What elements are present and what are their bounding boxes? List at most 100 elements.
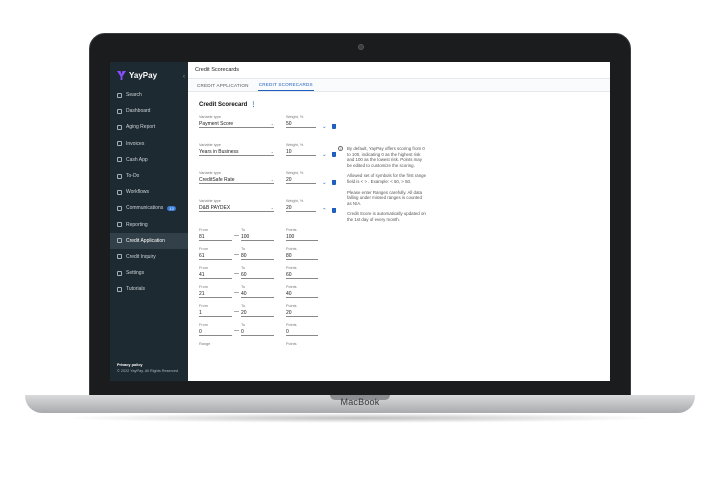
sidebar-item-cash-app[interactable]: Cash App bbox=[110, 152, 188, 168]
sidebar-item-credit-application[interactable]: Credit Application bbox=[110, 232, 188, 249]
points-input[interactable]: 20 bbox=[286, 309, 318, 317]
from-input[interactable]: 61 bbox=[199, 252, 232, 260]
search-icon bbox=[117, 92, 122, 98]
sidebar-item-invoices[interactable]: Invoices bbox=[110, 136, 188, 152]
sidebar-item-label: Credit Inquiry bbox=[126, 253, 156, 260]
to-input[interactable]: 40 bbox=[241, 290, 274, 298]
range-label: Range bbox=[199, 342, 211, 346]
variable-type-select[interactable]: D&B PAYDEX ⌄ bbox=[199, 204, 274, 212]
weight-label: Weight, % bbox=[286, 199, 304, 203]
sidebar-item-label: Reporting bbox=[126, 221, 148, 228]
variable-type-label: Variable type bbox=[199, 199, 221, 203]
to-label: To bbox=[241, 285, 246, 289]
delete-icon[interactable] bbox=[332, 208, 336, 213]
from-input[interactable]: 41 bbox=[199, 271, 232, 279]
points-label: Points bbox=[286, 266, 297, 270]
sidebar-item-label: Dashboard bbox=[126, 108, 151, 115]
points-label: Points bbox=[286, 228, 297, 232]
delete-icon[interactable] bbox=[332, 124, 336, 129]
expand-ranges-icon[interactable]: ⌄ bbox=[322, 124, 327, 130]
from-label: From bbox=[199, 228, 208, 232]
points-input[interactable]: 80 bbox=[286, 252, 318, 260]
sidebar-footer: Privacy policy © 2022 YayPay. All Rights… bbox=[117, 362, 178, 374]
scorecard-title-text: Credit Scorecard bbox=[199, 101, 248, 108]
workflow-icon bbox=[117, 189, 122, 195]
chevron-down-icon: ⌄ bbox=[270, 149, 274, 154]
variable-row: Variable type Years in Business ⌄ Weight, %… bbox=[199, 143, 336, 167]
scorecard-content: Credit Scorecard ⋮ i By default, YayPay … bbox=[188, 92, 610, 381]
from-input[interactable]: 21 bbox=[199, 290, 232, 298]
weight-input[interactable]: 20 bbox=[286, 204, 316, 212]
tab-bar: CREDIT APPLICATION CREDIT SCORECARDS bbox=[188, 79, 610, 92]
dollar-icon bbox=[117, 157, 122, 163]
weight-input[interactable]: 10 bbox=[286, 148, 316, 156]
brand-logo[interactable]: YayPay bbox=[110, 62, 188, 87]
sidebar-item-dashboard[interactable]: Dashboard bbox=[110, 103, 188, 119]
sidebar-item-label: Settings bbox=[126, 270, 145, 277]
expand-ranges-icon[interactable]: ⌄ bbox=[322, 180, 327, 186]
sidebar-item-communications[interactable]: Communications 13 bbox=[110, 200, 188, 216]
variable-type-label: Variable type bbox=[199, 171, 221, 175]
from-input[interactable]: 81 bbox=[199, 233, 232, 241]
info-icon: i bbox=[338, 146, 343, 151]
to-input[interactable]: 20 bbox=[241, 309, 274, 317]
sidebar-item-workflows[interactable]: Workflows bbox=[110, 184, 188, 200]
points-input[interactable]: 100 bbox=[286, 233, 318, 241]
copyright-text: © 2022 YayPay. All Rights Reserved bbox=[117, 369, 179, 373]
tab-credit-application[interactable]: CREDIT APPLICATION bbox=[196, 83, 250, 91]
from-input[interactable]: 0 bbox=[199, 328, 232, 336]
card-icon bbox=[117, 238, 122, 244]
points-label: Points bbox=[286, 342, 297, 346]
info-text: By default, YayPay offers scoring from 0… bbox=[347, 146, 425, 168]
from-input[interactable]: 1 bbox=[199, 309, 232, 317]
weight-input[interactable]: 20 bbox=[286, 176, 316, 184]
sidebar-item-label: Invoices bbox=[126, 140, 145, 147]
sidebar-item-aging-report[interactable]: Aging Report bbox=[110, 119, 188, 135]
sidebar-item-tutorials[interactable]: Tutorials bbox=[110, 281, 188, 297]
variable-row: Variable type CreditSafe Rate ⌄ Weight, % 20… bbox=[199, 171, 336, 195]
points-label: Points bbox=[286, 247, 297, 251]
inquiry-icon bbox=[117, 254, 122, 260]
variable-type-value: Payment Score bbox=[199, 121, 234, 127]
info-panel: i By default, YayPay offers scoring from… bbox=[338, 146, 427, 228]
weight-input[interactable]: 50 bbox=[286, 120, 316, 128]
variable-type-select[interactable]: Payment Score ⌄ bbox=[199, 120, 274, 128]
from-label: From bbox=[199, 304, 208, 308]
to-input[interactable]: 100 bbox=[241, 233, 274, 241]
sidebar-item-to-do[interactable]: To-Do bbox=[110, 168, 188, 184]
sidebar-item-search[interactable]: Search bbox=[110, 87, 188, 103]
points-input[interactable]: 40 bbox=[286, 290, 318, 298]
sidebar-item-reporting[interactable]: Reporting bbox=[110, 217, 188, 233]
gear-icon bbox=[117, 270, 122, 276]
to-input[interactable]: 0 bbox=[241, 328, 274, 336]
collapse-sidebar-icon[interactable]: ‹ bbox=[183, 74, 185, 80]
to-input[interactable]: 80 bbox=[241, 252, 274, 260]
report-icon bbox=[117, 124, 122, 130]
expand-ranges-icon[interactable]: ⌄ bbox=[322, 152, 327, 158]
more-options-icon[interactable]: ⋮ bbox=[250, 101, 256, 108]
variable-type-value: Years in Business bbox=[199, 149, 239, 155]
chevron-down-icon: ⌄ bbox=[270, 205, 274, 210]
variable-type-select[interactable]: Years in Business ⌄ bbox=[199, 148, 274, 156]
collapse-ranges-icon[interactable]: ⌃ bbox=[322, 208, 327, 214]
variable-type-value: D&B PAYDEX bbox=[199, 205, 231, 211]
points-input[interactable]: 60 bbox=[286, 271, 318, 279]
tab-credit-scorecards[interactable]: CREDIT SCORECARDS bbox=[257, 82, 314, 91]
points-input[interactable]: 0 bbox=[286, 328, 318, 336]
info-text: Please enter Ranges carefully. All data … bbox=[347, 189, 423, 206]
weight-label: Weight, % bbox=[286, 115, 304, 119]
sidebar-item-label: Aging Report bbox=[126, 124, 156, 131]
variable-type-label: Variable type bbox=[199, 143, 221, 147]
variable-type-select[interactable]: CreditSafe Rate ⌄ bbox=[199, 176, 274, 184]
delete-icon[interactable] bbox=[332, 180, 336, 185]
range-separator: — bbox=[234, 252, 239, 258]
chevron-down-icon: ⌄ bbox=[270, 177, 274, 182]
mail-icon bbox=[117, 205, 122, 211]
points-label: Points bbox=[286, 323, 297, 327]
to-input[interactable]: 60 bbox=[241, 271, 274, 279]
range-separator: — bbox=[234, 233, 239, 239]
page-header: Credit Scorecards bbox=[188, 62, 610, 79]
sidebar-item-credit-inquiry[interactable]: Credit Inquiry bbox=[110, 249, 188, 265]
sidebar-item-settings[interactable]: Settings bbox=[110, 265, 188, 281]
delete-icon[interactable] bbox=[332, 152, 336, 157]
